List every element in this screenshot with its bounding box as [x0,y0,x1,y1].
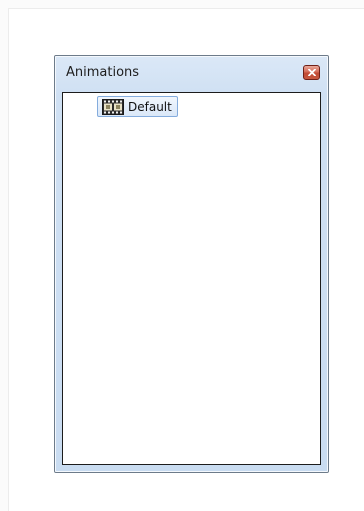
close-icon [308,69,316,76]
film-strip-icon [102,98,124,115]
close-button[interactable] [303,65,320,80]
tree-item-label: Default [128,99,172,114]
animations-panel: Animations Default [54,55,329,473]
workspace-background: Animations Default [0,0,364,511]
panel-title-bar[interactable]: Animations [56,57,327,88]
tree-item-default[interactable]: Default [97,96,178,117]
animations-list[interactable]: Default [62,92,321,465]
animations-list-inner: Default [64,94,319,463]
panel-title: Animations [66,65,140,80]
